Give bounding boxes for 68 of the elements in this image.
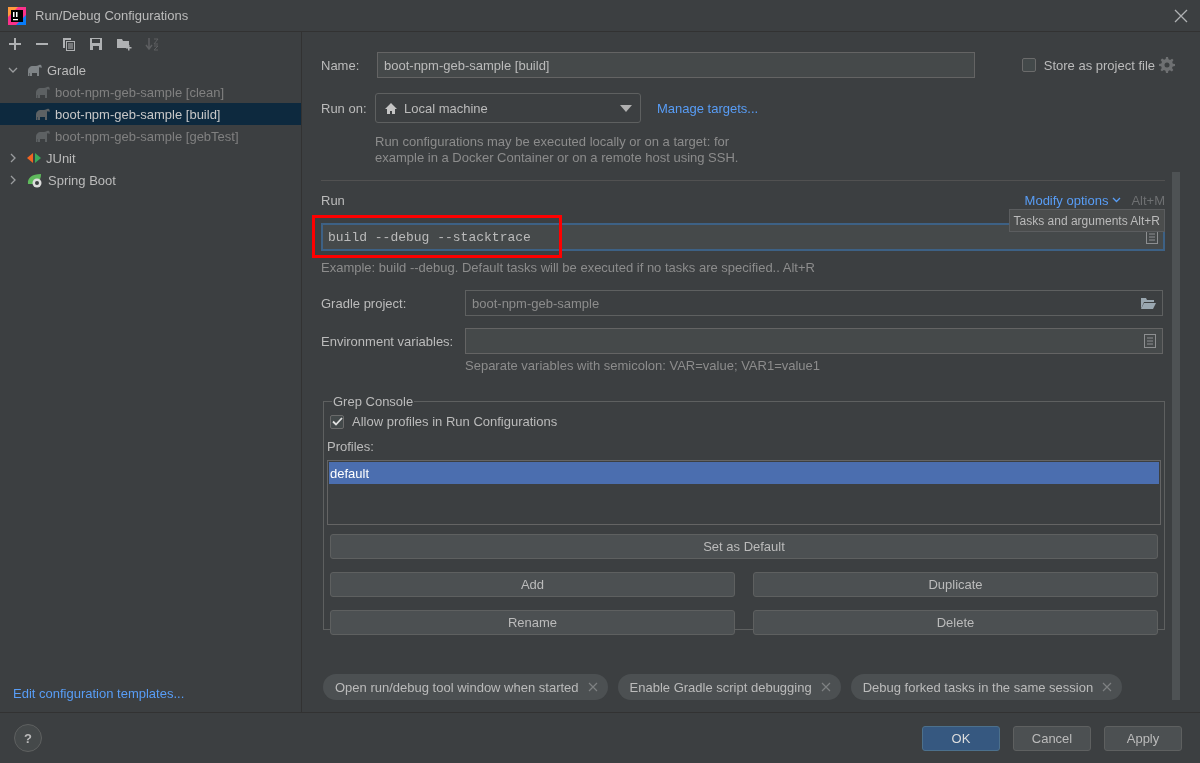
profiles-label: Profiles: (327, 439, 375, 454)
rename-button[interactable]: Rename (330, 610, 735, 635)
ok-button[interactable]: OK (922, 725, 1000, 751)
modify-options-link[interactable]: Modify options (1024, 192, 1122, 208)
app-logo-icon (8, 6, 26, 25)
option-chip[interactable]: Open run/debug tool window when started (323, 674, 608, 700)
junit-icon (26, 151, 42, 165)
run-on-dropdown[interactable]: Local machine (375, 93, 641, 123)
run-on-label: Run on: (321, 100, 368, 116)
templates-link[interactable]: Edit configuration templates... (0, 686, 301, 712)
elephant-icon (34, 85, 51, 99)
tree-item[interactable]: boot-npm-geb-sample [build] (0, 103, 301, 125)
add-button[interactable]: Add (330, 572, 735, 597)
save-icon[interactable] (89, 37, 103, 51)
list-icon[interactable] (1146, 230, 1158, 244)
chevron-down-icon (1112, 197, 1122, 203)
close-icon[interactable] (587, 682, 598, 692)
checkbox-label: Store as project file (1043, 57, 1155, 73)
elephant-icon (26, 63, 43, 77)
section-title: Run (321, 192, 345, 208)
cancel-button[interactable]: Cancel (1013, 725, 1091, 751)
copy-icon[interactable] (62, 37, 76, 51)
gradle-project-field[interactable]: boot-npm-geb-sample (465, 290, 1163, 316)
environment-variables-label: Environment variables: (321, 333, 455, 349)
hint-text: Example: build --debug. Default tasks will be executed if no tasks are specified.. Alt+R (321, 260, 816, 276)
close-icon[interactable] (820, 682, 831, 692)
tree-item[interactable]: boot-npm-geb-sample [clean] (0, 81, 301, 103)
settings-icon[interactable] (1159, 57, 1175, 73)
leaf-icon (26, 172, 44, 188)
option-chip[interactable]: Debug forked tasks in the same session (850, 674, 1123, 700)
hint-text: Run configurations may be executed locally or on a target: for example in a Docker Container or on a remote host using SSH. (375, 134, 740, 166)
help-button[interactable]: ? (14, 724, 42, 752)
environment-variables-field[interactable] (465, 328, 1163, 354)
close-icon[interactable] (1102, 682, 1113, 692)
duplicate-button[interactable]: Duplicate (753, 572, 1158, 597)
list-icon[interactable] (1144, 334, 1156, 348)
gradle-project-label: Gradle project: (321, 295, 408, 311)
chevron-right-icon[interactable] (8, 175, 18, 185)
dropdown-value: Local machine (404, 100, 489, 116)
apply-button[interactable]: Apply (1104, 725, 1182, 751)
tree-item[interactable]: JUnit (0, 147, 301, 169)
close-icon[interactable] (1174, 8, 1188, 23)
elephant-icon (34, 129, 51, 143)
folder-icon[interactable] (1140, 296, 1156, 310)
tree-item[interactable]: boot-npm-geb-sample [gebTest] (0, 125, 301, 147)
manage-targets-link[interactable]: Manage targets... (657, 100, 759, 116)
window-title: Run/Debug Configurations (35, 8, 190, 23)
name-field[interactable]: boot-npm-geb-sample [build] (377, 52, 975, 78)
group-title: Grep Console (332, 394, 415, 409)
elephant-icon (34, 107, 51, 121)
checkbox[interactable] (1021, 58, 1036, 72)
checkbox[interactable] (330, 414, 344, 429)
tree-item[interactable]: Gradle (0, 59, 301, 81)
option-chip[interactable]: Enable Gradle script debugging (617, 674, 841, 700)
chevron-down-icon[interactable] (8, 65, 18, 75)
folder-plus-icon[interactable] (116, 37, 132, 51)
hint-text: Separate variables with semicolon: VAR=value; VAR1=value1 (465, 358, 822, 374)
set-default-button[interactable]: Set as Default (330, 534, 1158, 559)
tooltip: Tasks and arguments Alt+R (1008, 209, 1165, 232)
delete-button[interactable]: Delete (753, 610, 1158, 635)
chevron-right-icon[interactable] (8, 153, 18, 163)
list-item[interactable]: default (329, 462, 1159, 484)
home-icon (384, 101, 398, 115)
tree-item[interactable]: Spring Boot (0, 169, 301, 191)
caret-icon (620, 104, 632, 112)
add-icon[interactable] (8, 37, 22, 51)
name-label: Name: (321, 57, 361, 73)
checkbox-label: Allow profiles in Run Configurations (352, 414, 558, 429)
